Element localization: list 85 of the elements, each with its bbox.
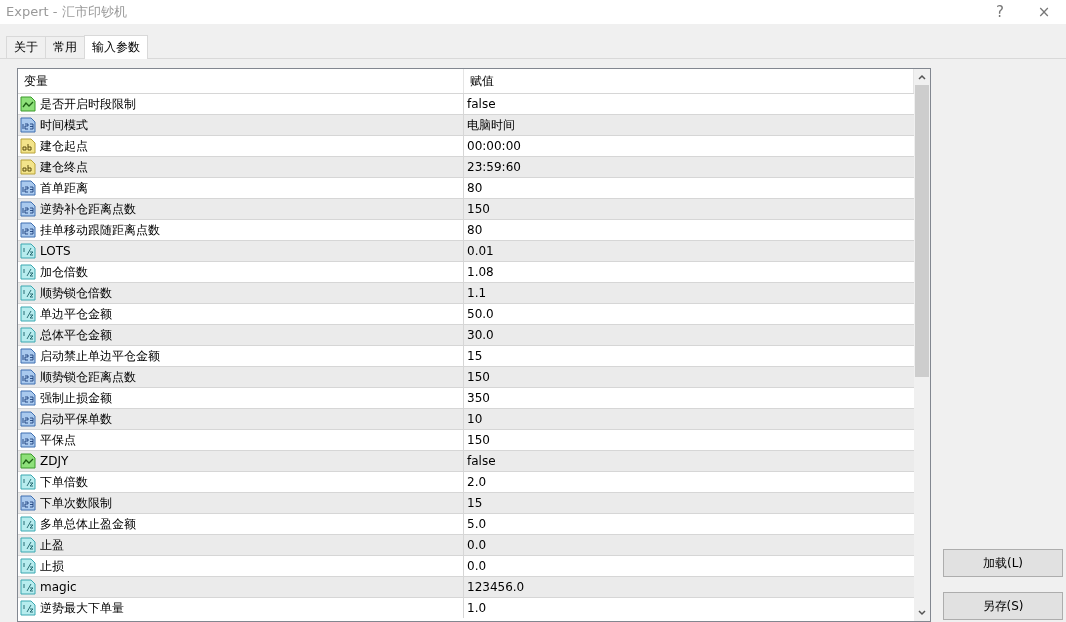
number-icon <box>20 369 36 385</box>
number-icon <box>20 432 36 448</box>
parameter-name: 顺势锁仓距离点数 <box>40 368 136 386</box>
parameter-name: 时间模式 <box>40 116 88 134</box>
column-header[interactable]: 赋值 <box>470 72 494 90</box>
parameter-name: 逆势补仓距离点数 <box>40 200 136 218</box>
chart-line-icon <box>20 96 36 112</box>
parameter-value[interactable]: 150 <box>467 370 490 384</box>
parameter-value[interactable]: 1.08 <box>467 265 494 279</box>
parameter-name: 止损 <box>40 557 64 575</box>
parameter-value[interactable]: 80 <box>467 181 483 195</box>
parameter-value[interactable]: 15 <box>467 349 483 363</box>
parameter-value[interactable]: false <box>467 454 496 468</box>
fraction-icon <box>20 579 36 595</box>
parameter-name: 顺势锁仓倍数 <box>40 284 112 302</box>
parameter-value[interactable]: 30.0 <box>467 328 494 342</box>
close-button[interactable]: × <box>1022 0 1066 24</box>
parameter-value[interactable]: 0.01 <box>467 244 494 258</box>
parameter-name: 多单总体止盈金额 <box>40 515 136 533</box>
parameter-value[interactable]: 80 <box>467 223 483 237</box>
fraction-icon <box>20 327 36 343</box>
fraction-icon <box>20 537 36 553</box>
parameter-name: 加仓倍数 <box>40 263 88 281</box>
scrollbar-thumb[interactable] <box>915 85 929 377</box>
tab[interactable]: 关于 <box>6 36 46 58</box>
parameter-value[interactable]: 0.0 <box>467 559 487 573</box>
parameter-name: 建仓起点 <box>40 137 88 155</box>
chart-line-icon <box>20 453 36 469</box>
parameter-name: ZDJY <box>40 454 69 468</box>
window-title: Expert - 汇市印钞机 <box>6 3 128 21</box>
parameter-value[interactable]: 1.0 <box>467 601 487 615</box>
parameter-value[interactable]: 50.0 <box>467 307 494 321</box>
parameter-value[interactable]: 10 <box>467 412 483 426</box>
parameter-name: 首单距离 <box>40 179 88 197</box>
number-icon <box>20 117 36 133</box>
fraction-icon <box>20 264 36 280</box>
fraction-icon <box>20 243 36 259</box>
number-icon <box>20 411 36 427</box>
parameter-value[interactable]: 15 <box>467 496 483 510</box>
fraction-icon <box>20 558 36 574</box>
column-header[interactable]: 变量 <box>24 72 48 90</box>
text-icon <box>20 138 36 154</box>
parameter-name: 止盈 <box>40 536 64 554</box>
parameter-name: 下单次数限制 <box>40 494 112 512</box>
parameter-name: 建仓终点 <box>40 158 88 176</box>
parameter-value[interactable]: 1.1 <box>467 286 487 300</box>
fraction-icon <box>20 474 36 490</box>
parameter-name: 总体平仓金额 <box>40 326 112 344</box>
fraction-icon <box>20 516 36 532</box>
parameter-value[interactable]: 23:59:60 <box>467 160 521 174</box>
save-button[interactable]: 另存(S) <box>943 592 1063 620</box>
parameter-value[interactable]: 5.0 <box>467 517 487 531</box>
parameter-name: 下单倍数 <box>40 473 88 491</box>
parameter-name: 挂单移动跟随距离点数 <box>40 221 160 239</box>
parameter-name: 是否开启时段限制 <box>40 95 136 113</box>
parameter-value[interactable]: 150 <box>467 433 490 447</box>
parameter-value[interactable]: 0.0 <box>467 538 487 552</box>
help-button[interactable]: ? <box>978 0 1022 24</box>
parameter-value[interactable]: 350 <box>467 391 490 405</box>
fraction-icon <box>20 600 36 616</box>
load-button[interactable]: 加载(L) <box>943 549 1063 577</box>
number-icon <box>20 180 36 196</box>
parameter-value[interactable]: false <box>467 97 496 111</box>
number-icon <box>20 201 36 217</box>
fraction-icon <box>20 306 36 322</box>
parameter-name: 启动平保单数 <box>40 410 112 428</box>
parameter-value[interactable]: 123456.0 <box>467 580 525 594</box>
parameter-name: 平保点 <box>40 431 76 449</box>
parameter-value[interactable]: 电脑时间 <box>467 116 515 134</box>
number-icon <box>20 222 36 238</box>
parameter-name: 启动禁止单边平仓金额 <box>40 347 160 365</box>
text-icon <box>20 159 36 175</box>
parameter-name: 逆势最大下单量 <box>40 599 124 617</box>
parameter-value[interactable]: 00:00:00 <box>467 139 521 153</box>
number-icon <box>20 495 36 511</box>
parameter-value[interactable]: 2.0 <box>467 475 487 489</box>
number-icon <box>20 390 36 406</box>
number-icon <box>20 348 36 364</box>
parameter-name: LOTS <box>40 244 71 258</box>
parameter-name: 单边平仓金额 <box>40 305 112 323</box>
parameter-value[interactable]: 150 <box>467 202 490 216</box>
tab[interactable]: 输入参数 <box>84 35 148 59</box>
parameter-name: 强制止损金额 <box>40 389 112 407</box>
parameter-name: magic <box>40 580 77 594</box>
fraction-icon <box>20 285 36 301</box>
